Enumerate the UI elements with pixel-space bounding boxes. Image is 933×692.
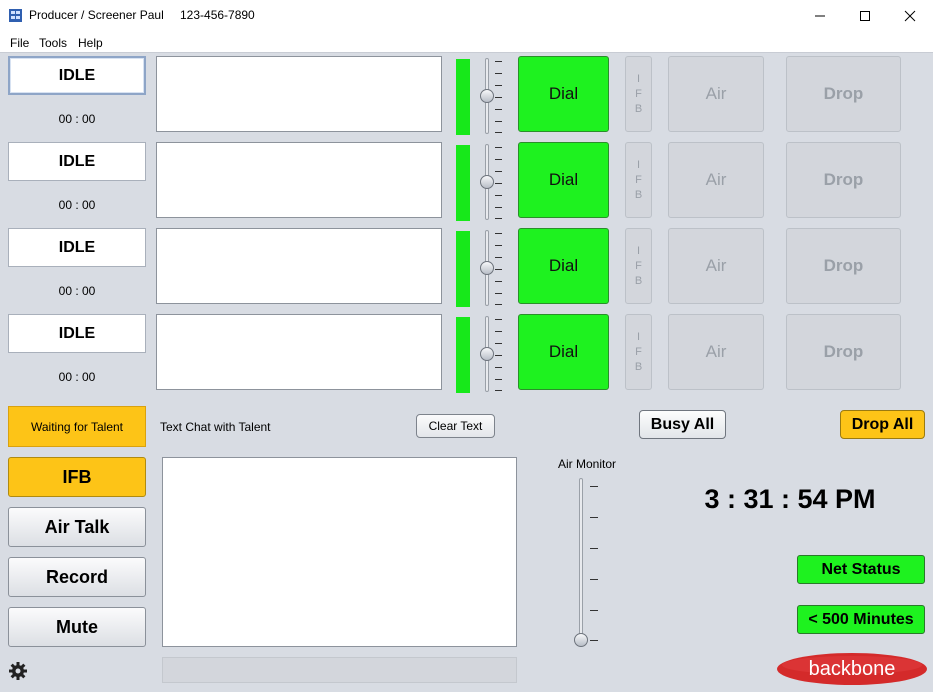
line-status[interactable]: IDLE — [8, 314, 146, 353]
chat-label: Text Chat with Talent — [160, 420, 271, 434]
ifb-letter: I — [636, 244, 641, 257]
maximize-icon — [860, 11, 870, 21]
ifb-letter: F — [635, 259, 642, 272]
audio-meter — [456, 145, 470, 221]
line-volume-slider[interactable] — [478, 314, 506, 394]
app-icon — [9, 9, 22, 22]
dial-button[interactable]: Dial — [518, 142, 609, 218]
line-ifb-button[interactable]: I F B — [625, 314, 652, 390]
line-ifb-button[interactable]: I F B — [625, 228, 652, 304]
record-button[interactable]: Record — [8, 557, 146, 597]
slider-knob[interactable] — [480, 175, 494, 189]
line-status[interactable]: IDLE — [8, 56, 146, 95]
audio-meter — [456, 317, 470, 393]
caller-info-box[interactable] — [156, 56, 442, 132]
dial-button[interactable]: Dial — [518, 314, 609, 390]
close-icon — [904, 10, 916, 22]
audio-meter — [456, 231, 470, 307]
menu-tools[interactable]: Tools — [39, 36, 67, 50]
ifb-letter: B — [634, 102, 643, 115]
ifb-button[interactable]: IFB — [8, 457, 146, 497]
line-volume-slider[interactable] — [478, 142, 506, 222]
slider-knob[interactable] — [480, 89, 494, 103]
drop-button[interactable]: Drop — [786, 228, 901, 304]
ifb-letter: I — [636, 158, 641, 171]
logo-text: backbone — [809, 658, 896, 680]
ifb-letter: I — [636, 330, 641, 343]
net-status-badge[interactable]: Net Status — [797, 555, 925, 584]
chat-input[interactable] — [162, 657, 517, 683]
phone-number: 123-456-7890 — [180, 8, 255, 22]
audio-meter — [456, 59, 470, 135]
air-monitor-slider[interactable] — [573, 474, 603, 650]
minimize-button[interactable] — [797, 0, 843, 32]
line-status[interactable]: IDLE — [8, 228, 146, 267]
ifb-letter: B — [634, 188, 643, 201]
air-button[interactable]: Air — [668, 56, 764, 132]
line-ifb-button[interactable]: I F B — [625, 142, 652, 218]
line-status[interactable]: IDLE — [8, 142, 146, 181]
air-button[interactable]: Air — [668, 228, 764, 304]
dial-button[interactable]: Dial — [518, 56, 609, 132]
gear-icon[interactable] — [8, 661, 28, 681]
menu-help[interactable]: Help — [78, 36, 103, 50]
window-title: Producer / Screener Paul — [29, 8, 164, 22]
line-timer: 00 : 00 — [58, 198, 96, 212]
title-bar: Producer / Screener Paul 123-456-7890 — [0, 0, 933, 32]
line-timer: 00 : 00 — [58, 370, 96, 384]
air-button[interactable]: Air — [668, 142, 764, 218]
slider-knob[interactable] — [574, 633, 588, 647]
maximize-button[interactable] — [842, 0, 888, 32]
ifb-letter: F — [635, 345, 642, 358]
menu-bar: File Tools Help — [0, 32, 933, 53]
drop-all-button[interactable]: Drop All — [840, 410, 925, 439]
ifb-letter: I — [636, 72, 641, 85]
drop-button[interactable]: Drop — [786, 56, 901, 132]
chat-history[interactable] — [162, 457, 517, 647]
air-button[interactable]: Air — [668, 314, 764, 390]
line-ifb-button[interactable]: I F B — [625, 56, 652, 132]
air-talk-button[interactable]: Air Talk — [8, 507, 146, 547]
dial-button[interactable]: Dial — [518, 228, 609, 304]
caller-info-box[interactable] — [156, 314, 442, 390]
line-timer: 00 : 00 — [58, 284, 96, 298]
ifb-letter: B — [634, 274, 643, 287]
busy-all-button[interactable]: Busy All — [639, 410, 726, 439]
slider-track — [579, 478, 583, 644]
slider-knob[interactable] — [480, 261, 494, 275]
ifb-letter: F — [635, 87, 642, 100]
clear-text-button[interactable]: Clear Text — [416, 414, 495, 438]
caller-info-box[interactable] — [156, 142, 442, 218]
ifb-letter: F — [635, 173, 642, 186]
drop-button[interactable]: Drop — [786, 142, 901, 218]
minimize-icon — [815, 15, 825, 17]
mute-button[interactable]: Mute — [8, 607, 146, 647]
backbone-logo: backbone — [777, 653, 927, 685]
air-monitor-label: Air Monitor — [558, 457, 617, 471]
line-volume-slider[interactable] — [478, 228, 506, 308]
menu-file[interactable]: File — [10, 36, 29, 50]
drop-button[interactable]: Drop — [786, 314, 901, 390]
minutes-badge[interactable]: < 500 Minutes — [797, 605, 925, 634]
caller-info-box[interactable] — [156, 228, 442, 304]
talent-status-badge: Waiting for Talent — [8, 406, 146, 447]
close-button[interactable] — [887, 0, 933, 32]
clock: 3 : 31 : 54 PM — [704, 484, 876, 514]
line-timer: 00 : 00 — [58, 112, 96, 126]
line-volume-slider[interactable] — [478, 56, 506, 136]
slider-knob[interactable] — [480, 347, 494, 361]
ifb-letter: B — [634, 360, 643, 373]
